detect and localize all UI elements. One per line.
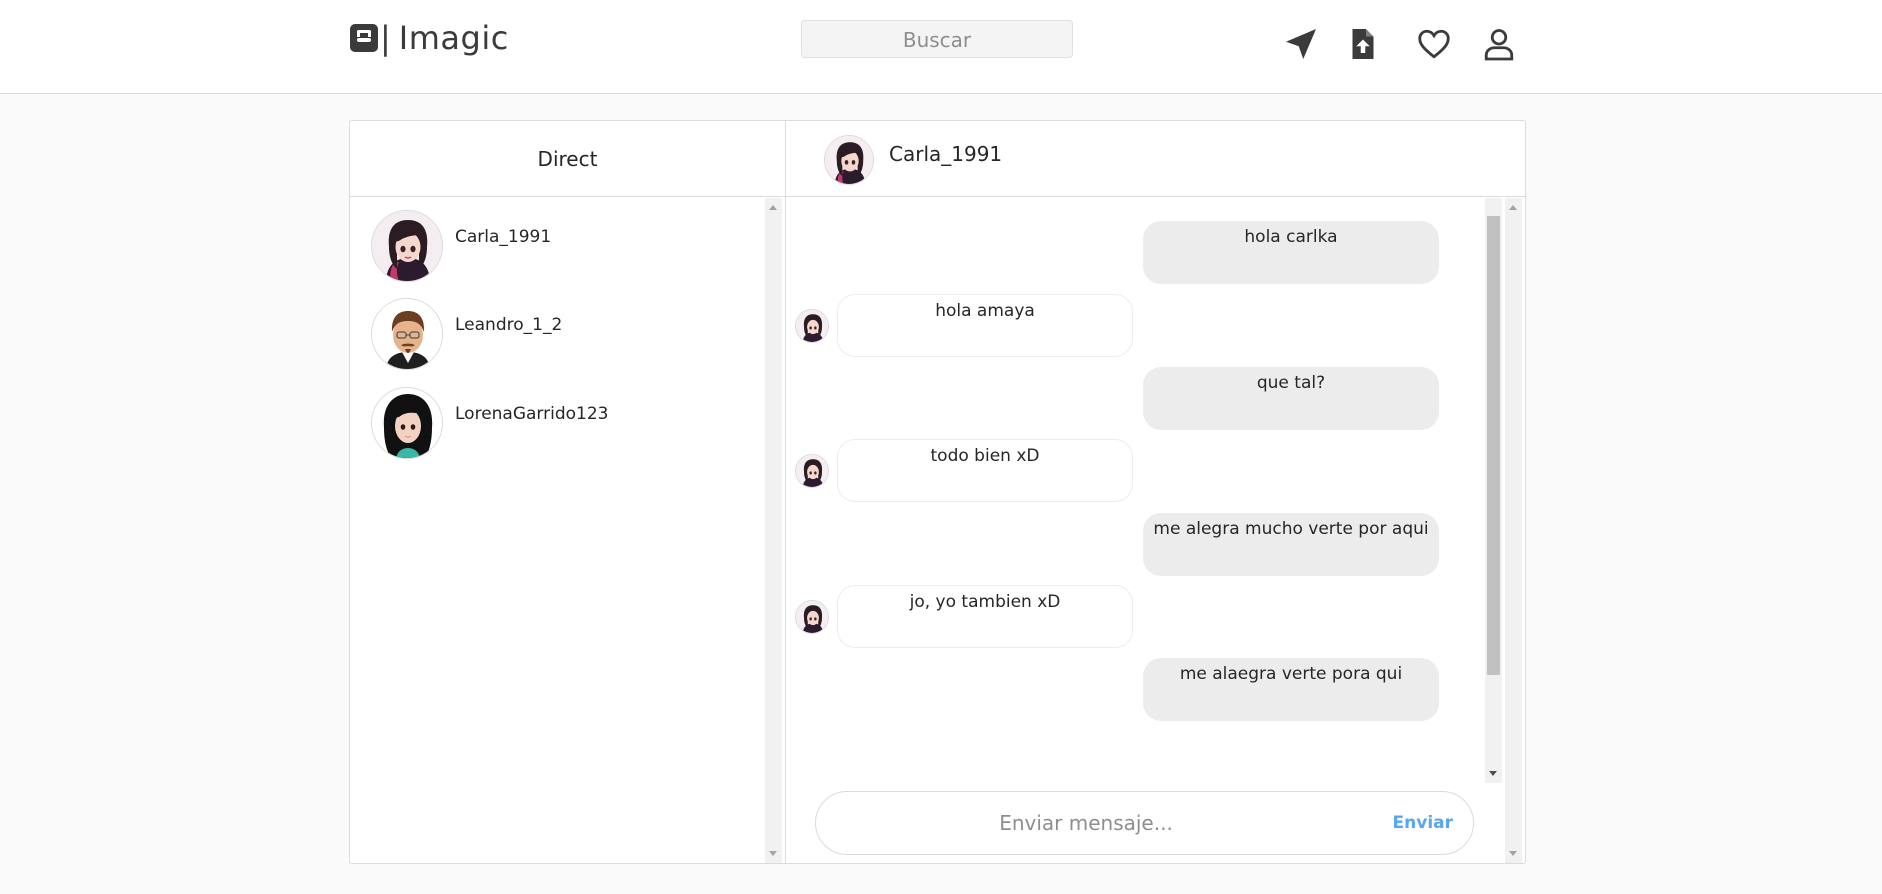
chat-panel-scrollbar[interactable] <box>1505 198 1522 863</box>
heart-icon[interactable] <box>1414 24 1454 64</box>
profile-icon[interactable] <box>1479 24 1519 64</box>
brand-logo[interactable]: | Imagic <box>350 18 509 58</box>
upload-icon[interactable] <box>1343 24 1383 64</box>
user-icon <box>1484 29 1514 61</box>
contact-username: Carla_1991 <box>455 227 552 247</box>
sender-avatar <box>795 454 829 488</box>
sender-avatar <box>795 600 829 634</box>
contact-item[interactable]: Carla_1991 <box>351 202 767 290</box>
chat-partner-avatar[interactable] <box>824 135 874 185</box>
avatar <box>371 298 443 370</box>
outgoing-message: me alegra mucho verte por aqui <box>1143 513 1439 576</box>
scroll-up-arrow-icon[interactable] <box>769 205 777 210</box>
brand-name: Imagic <box>398 19 509 57</box>
outgoing-message: me alaegra verte pora qui <box>1143 658 1439 721</box>
incoming-message: jo, yo tambien xD <box>837 585 1133 648</box>
message-scrollbar[interactable] <box>1485 198 1502 783</box>
contact-item[interactable]: LorenaGarrido123 <box>351 379 767 467</box>
blogger-icon <box>350 24 378 52</box>
heart-outline-icon <box>1418 29 1450 59</box>
chat-panel: Carla_1991 hola carlka hola amaya que ta… <box>785 120 1526 864</box>
avatar <box>371 210 443 282</box>
message-scrollbar-thumb[interactable] <box>1487 216 1500 675</box>
chat-partner-username[interactable]: Carla_1991 <box>889 121 1002 187</box>
contact-username: LorenaGarrido123 <box>455 404 609 424</box>
inbox-panel: Direct Carla_1991 Leandro_1_2 LorenaGarr… <box>349 120 786 864</box>
message-input[interactable] <box>846 792 1326 854</box>
top-navbar: | Imagic Buscar <box>0 0 1882 94</box>
scroll-down-arrow-icon[interactable] <box>1509 851 1517 856</box>
scroll-up-arrow-icon[interactable] <box>1509 205 1517 210</box>
inbox-header: Direct <box>350 121 785 197</box>
scroll-down-arrow-icon[interactable] <box>1489 771 1497 776</box>
paper-plane-icon <box>1286 29 1316 59</box>
inbox-title: Direct <box>537 147 598 171</box>
send-button[interactable]: Enviar <box>1393 792 1453 854</box>
logo-separator: | <box>380 19 391 57</box>
contact-item[interactable]: Leandro_1_2 <box>351 290 767 378</box>
incoming-message: hola amaya <box>837 294 1133 357</box>
sender-avatar <box>795 309 829 343</box>
message-thread: hola carlka hola amaya que tal? todo bie… <box>787 198 1487 782</box>
file-upload-icon <box>1352 29 1374 59</box>
scroll-down-arrow-icon[interactable] <box>769 851 777 856</box>
outgoing-message: hola carlka <box>1143 221 1439 284</box>
direct-icon[interactable] <box>1281 24 1321 64</box>
search-input[interactable]: Buscar <box>801 20 1073 58</box>
message-composer: Enviar <box>815 791 1474 855</box>
inbox-scrollbar[interactable] <box>765 198 782 863</box>
chat-header: Carla_1991 <box>786 121 1525 197</box>
incoming-message: todo bien xD <box>837 439 1133 502</box>
contact-username: Leandro_1_2 <box>455 315 563 335</box>
outgoing-message: que tal? <box>1143 367 1439 430</box>
avatar <box>371 387 443 459</box>
